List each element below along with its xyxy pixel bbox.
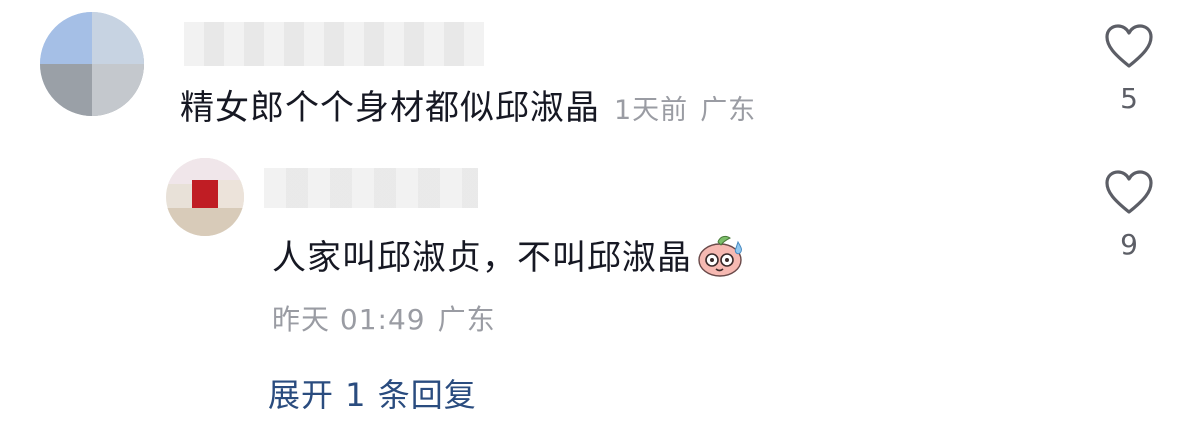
heart-icon[interactable] xyxy=(1104,24,1154,70)
comment-time: 1天前 xyxy=(614,95,689,126)
reply-username-blurred[interactable] xyxy=(264,168,478,208)
comment-location: 广东 xyxy=(700,95,757,126)
reply-text: 人家叫邱淑贞，不叫邱淑晶 xyxy=(272,238,692,278)
reply-body[interactable]: 人家叫邱淑贞，不叫邱淑晶 xyxy=(272,230,746,279)
reply-like-count: 9 xyxy=(1120,228,1138,261)
reply-like-button[interactable]: 9 xyxy=(1096,170,1162,261)
reply-time: 昨天 01:49 xyxy=(272,303,426,336)
comment-like-button[interactable]: 5 xyxy=(1096,24,1162,115)
comment-like-count: 5 xyxy=(1120,82,1138,115)
comment-meta: 1天前 广东 xyxy=(614,88,756,127)
comment-text: 精女郎个个身材都似邱淑晶 xyxy=(180,88,600,128)
avatar[interactable] xyxy=(40,12,144,116)
comment-body[interactable]: 精女郎个个身材都似邱淑晶 1天前 广东 xyxy=(180,80,756,128)
expand-replies-link[interactable]: 展开 1 条回复 xyxy=(268,370,477,416)
username-blurred[interactable] xyxy=(184,22,484,66)
sweat-smile-peach-emoji xyxy=(698,235,742,277)
reply-location: 广东 xyxy=(437,303,496,336)
comment-thread: 精女郎个个身材都似邱淑晶 1天前 广东 5 人家叫邱淑贞，不叫邱淑晶 昨天 01:… xyxy=(0,0,1200,439)
heart-icon[interactable] xyxy=(1104,170,1154,216)
reply-avatar[interactable] xyxy=(166,158,244,236)
reply-meta: 昨天 01:49 广东 xyxy=(272,298,496,338)
